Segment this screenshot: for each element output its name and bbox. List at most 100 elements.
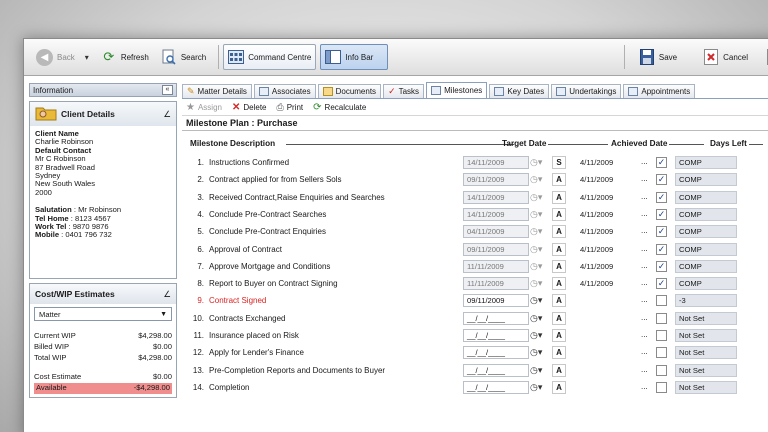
save-button[interactable]: Save xyxy=(635,44,681,70)
target-date-input[interactable]: 14/11/2009 xyxy=(463,190,529,204)
date-type-code[interactable]: A xyxy=(552,311,566,325)
achieved-date[interactable]: 4/11/2009 xyxy=(580,175,613,184)
achieved-date-picker-button[interactable]: ... xyxy=(641,313,648,322)
back-button[interactable]: ◀ Back ▾ xyxy=(32,44,93,70)
calendar-dropdown-icon[interactable]: ◷▾ xyxy=(530,312,550,325)
calendar-dropdown-icon[interactable]: ◷▾ xyxy=(530,277,550,290)
achieved-date[interactable]: 4/11/2009 xyxy=(580,245,613,254)
calendar-dropdown-icon[interactable]: ◷▾ xyxy=(530,364,550,377)
milestone-row[interactable]: 11. Insurance placed on Risk __/__/____ ◷▾ A… xyxy=(182,327,768,344)
achieved-date-picker-button[interactable]: ... xyxy=(641,157,648,166)
calendar-dropdown-icon[interactable]: ◷▾ xyxy=(530,260,550,273)
calendar-dropdown-icon[interactable]: ◷▾ xyxy=(530,329,550,342)
milestone-row[interactable]: 14. Completion __/__/____ ◷▾ A... Not Set xyxy=(182,379,768,396)
date-type-code[interactable]: A xyxy=(552,207,566,221)
calendar-dropdown-icon[interactable]: ◷▾ xyxy=(530,191,550,204)
recalculate-button[interactable]: ⟳ Recalculate xyxy=(313,102,366,113)
achieved-checkbox[interactable] xyxy=(656,347,667,359)
date-type-code[interactable]: A xyxy=(552,380,566,394)
calendar-dropdown-icon[interactable]: ◷▾ xyxy=(530,208,550,221)
achieved-date[interactable]: 4/11/2009 xyxy=(580,279,613,288)
calendar-dropdown-icon[interactable]: ◷▾ xyxy=(530,243,550,256)
calendar-dropdown-icon[interactable]: ◷▾ xyxy=(530,294,550,307)
tab-appointments[interactable]: Appointments xyxy=(623,84,696,98)
complete-button[interactable] xyxy=(762,44,768,70)
achieved-date[interactable]: 4/11/2009 xyxy=(580,210,613,219)
tab-documents[interactable]: Documents xyxy=(317,84,382,98)
target-date-input[interactable]: __/__/____ xyxy=(463,311,529,325)
calendar-dropdown-icon[interactable]: ◷▾ xyxy=(530,156,550,169)
milestone-row[interactable]: 1. Instructions Confirmed 14/11/2009 ◷▾ S 4/1… xyxy=(182,154,768,171)
info-bar-button[interactable]: Info Bar xyxy=(320,44,389,70)
achieved-date[interactable]: 4/11/2009 xyxy=(580,227,613,236)
calendar-dropdown-icon[interactable]: ◷▾ xyxy=(530,381,550,394)
date-type-code[interactable]: A xyxy=(552,259,566,273)
achieved-date[interactable]: 4/11/2009 xyxy=(580,262,613,271)
achieved-date-picker-button[interactable]: ... xyxy=(641,261,648,270)
milestone-row[interactable]: 6. Approval of Contract 09/11/2009 ◷▾ A 4/11/… xyxy=(182,241,768,258)
achieved-checkbox[interactable]: ✓ xyxy=(656,191,667,203)
cancel-button[interactable]: Cancel xyxy=(699,44,752,70)
milestone-row[interactable]: 12. Apply for Lender's Finance __/__/____ ◷… xyxy=(182,344,768,361)
back-dropdown-icon[interactable]: ▾ xyxy=(85,53,89,62)
achieved-date-picker-button[interactable]: ... xyxy=(641,330,648,339)
target-date-input[interactable]: 09/11/2009 xyxy=(463,242,529,256)
milestone-row[interactable]: 10. Contracts Exchanged __/__/____ ◷▾ A... No… xyxy=(182,310,768,327)
achieved-date-picker-button[interactable]: ... xyxy=(641,209,648,218)
achieved-checkbox[interactable] xyxy=(656,364,667,376)
milestone-row[interactable]: 4. Conclude Pre-Contract Searches 14/11/20… xyxy=(182,206,768,223)
search-button[interactable]: Search xyxy=(157,44,210,70)
milestone-row[interactable]: 13. Pre-Completion Reports and Documents … xyxy=(182,362,768,379)
date-type-code[interactable]: A xyxy=(552,242,566,256)
date-type-code[interactable]: A xyxy=(552,294,566,308)
achieved-date-picker-button[interactable]: ... xyxy=(641,295,648,304)
client-details-header[interactable]: Client Details ∠ xyxy=(30,102,176,126)
date-type-code[interactable]: A xyxy=(552,329,566,342)
tab-milestones[interactable]: Milestones xyxy=(426,82,488,98)
achieved-date-picker-button[interactable]: ... xyxy=(641,192,648,201)
target-date-input[interactable]: 11/11/2009 xyxy=(463,259,529,273)
achieved-date-picker-button[interactable]: ... xyxy=(641,347,648,356)
delete-button[interactable]: ✕ Delete xyxy=(232,102,267,113)
achieved-date-picker-button[interactable]: ... xyxy=(641,244,648,253)
calendar-dropdown-icon[interactable]: ◷▾ xyxy=(530,225,550,238)
achieved-date-picker-button[interactable]: ... xyxy=(641,365,648,374)
target-date-input[interactable]: 09/11/2009 xyxy=(463,173,529,187)
target-date-input[interactable]: __/__/____ xyxy=(463,346,529,360)
tab-undertakings[interactable]: Undertakings xyxy=(551,84,622,98)
target-date-input[interactable]: 09/11/2009 xyxy=(463,294,529,308)
target-date-input[interactable]: __/__/____ xyxy=(463,329,529,342)
edit-client-icon[interactable]: ∠ xyxy=(163,109,171,120)
achieved-checkbox[interactable]: ✓ xyxy=(656,157,667,168)
achieved-date-picker-button[interactable]: ... xyxy=(641,382,648,391)
milestone-row[interactable]: 2. Contract applied for from Sellers Sols… xyxy=(182,171,768,188)
target-date-input[interactable]: __/__/____ xyxy=(463,363,529,377)
achieved-checkbox[interactable] xyxy=(656,312,667,324)
calendar-dropdown-icon[interactable]: ◷▾ xyxy=(530,173,550,186)
command-centre-button[interactable]: Command Centre xyxy=(223,44,317,70)
date-type-code[interactable]: A xyxy=(552,173,566,187)
assign-button[interactable]: ★ Assign xyxy=(186,102,222,113)
milestone-row[interactable]: 5. Conclude Pre-Contract Enquiries 04/11/2… xyxy=(182,223,768,240)
achieved-date-picker-button[interactable]: ... xyxy=(641,278,648,287)
achieved-date-picker-button[interactable]: ... xyxy=(641,226,648,235)
date-type-code[interactable]: S xyxy=(552,156,566,169)
achieved-checkbox[interactable]: ✓ xyxy=(656,243,667,255)
achieved-checkbox[interactable]: ✓ xyxy=(656,226,667,238)
milestone-row[interactable]: 8. Report to Buyer on Contract Signing 11/… xyxy=(182,275,768,292)
achieved-checkbox[interactable] xyxy=(656,330,667,341)
date-type-code[interactable]: A xyxy=(552,363,566,377)
target-date-input[interactable]: 04/11/2009 xyxy=(463,225,529,239)
tab-tasks[interactable]: ✓ Tasks xyxy=(383,84,425,98)
tab-key-dates[interactable]: Key Dates xyxy=(489,84,550,98)
date-type-code[interactable]: A xyxy=(552,190,566,204)
collapse-panel-button[interactable]: « xyxy=(162,85,173,95)
tab-associates[interactable]: Associates xyxy=(253,84,316,98)
tab-matter-details[interactable]: ✎ Matter Details xyxy=(182,84,252,98)
achieved-date-picker-button[interactable]: ... xyxy=(641,174,648,183)
target-date-input[interactable]: __/__/____ xyxy=(463,380,529,394)
edit-wip-icon[interactable]: ∠ xyxy=(163,289,171,300)
print-button[interactable]: ⎙ Print xyxy=(277,102,304,113)
calendar-dropdown-icon[interactable]: ◷▾ xyxy=(530,346,550,359)
achieved-date[interactable]: 4/11/2009 xyxy=(580,193,613,202)
